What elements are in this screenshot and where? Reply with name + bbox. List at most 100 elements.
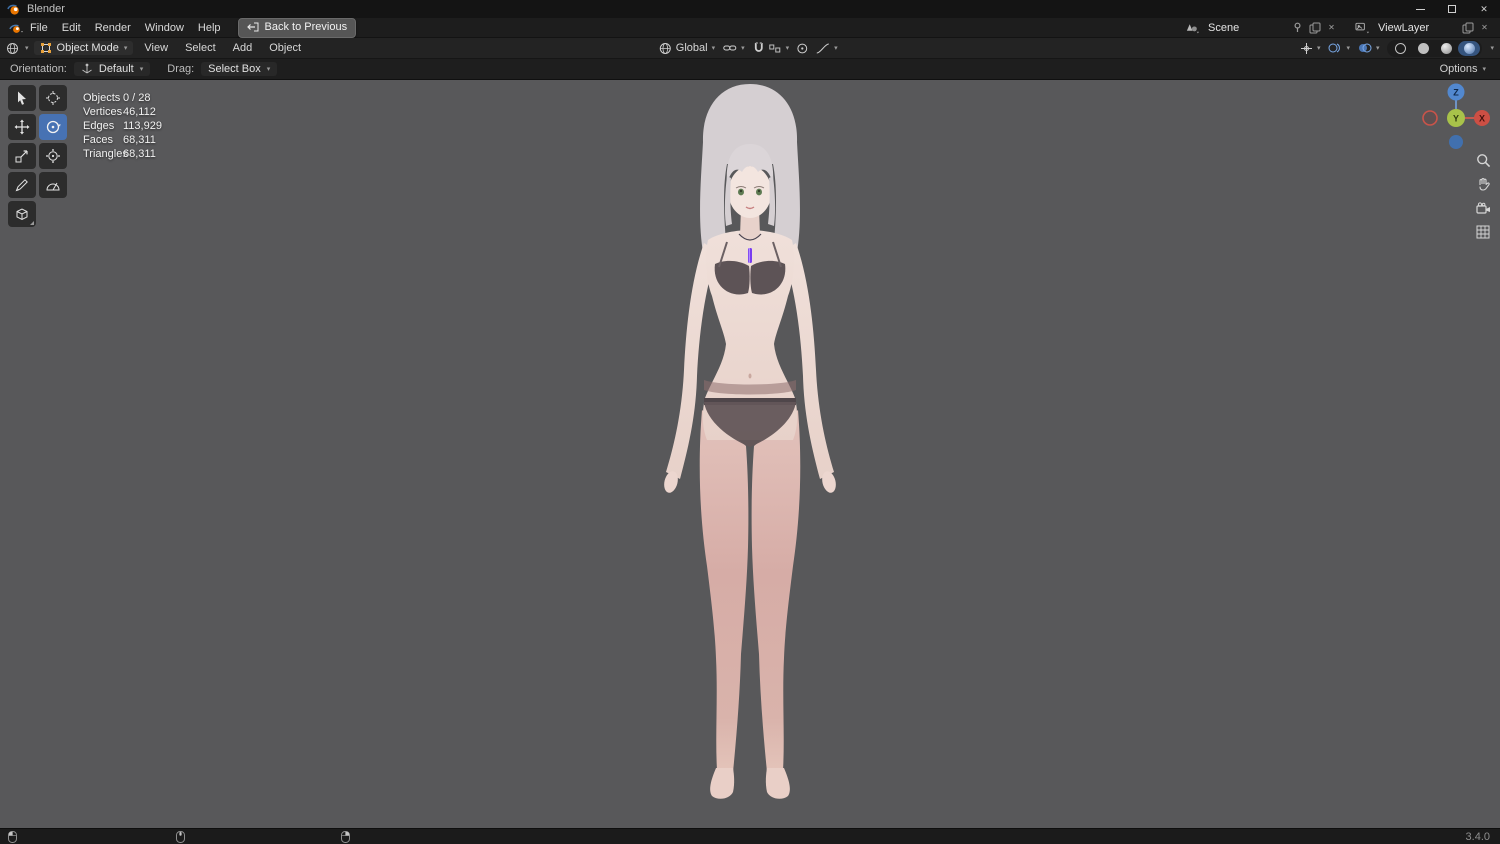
zoom-button[interactable] xyxy=(1474,151,1492,169)
chevron-down-icon: ▾ xyxy=(711,44,716,52)
tool-transform[interactable] xyxy=(39,143,67,169)
shading-material-button[interactable] xyxy=(1435,41,1457,56)
back-to-previous-label: Back to Previous xyxy=(264,21,348,33)
global-orientation-icon xyxy=(659,42,671,54)
new-viewlayer-icon[interactable] xyxy=(1460,20,1475,35)
wireframe-icon xyxy=(1394,42,1406,54)
scale-icon xyxy=(15,150,28,163)
tool-dropdown-corner xyxy=(30,221,34,225)
menu-help[interactable]: Help xyxy=(191,20,228,36)
annotate-pencil-icon xyxy=(15,179,28,192)
drag-value: Select Box xyxy=(208,63,261,75)
stat-value: 46,112 xyxy=(123,106,156,118)
magnet-icon xyxy=(754,42,763,52)
top-menu-bar: File Edit Render Window Help Back to Pre… xyxy=(0,17,1500,38)
tool-rotate[interactable] xyxy=(39,114,67,140)
new-scene-icon[interactable] xyxy=(1307,20,1322,35)
menu-select[interactable]: Select xyxy=(179,40,222,56)
close-button[interactable]: ✕ xyxy=(1468,0,1500,18)
gizmo-axis-x-negative[interactable] xyxy=(1422,110,1438,126)
add-cube-icon xyxy=(16,208,28,221)
remove-viewlayer-icon[interactable]: ✕ xyxy=(1477,20,1492,35)
viewlayer-selector: ViewLayer ✕ xyxy=(1355,20,1492,35)
viewport-3d[interactable]: Objects 0 / 28 Vertices 46,112 Edges 113,92… xyxy=(0,80,1500,828)
viewlayer-name-field[interactable]: ViewLayer xyxy=(1372,22,1458,34)
snap-toggle-button[interactable]: ▾ xyxy=(753,42,789,54)
options-label: Options xyxy=(1439,63,1478,75)
drag-select[interactable]: Select Box ▾ xyxy=(201,62,278,76)
mode-dropdown[interactable]: Object Mode ▾ xyxy=(33,41,134,55)
orientation-mode-label: Global xyxy=(675,42,708,54)
show-overlays-toggle[interactable]: ▾ xyxy=(1328,42,1350,54)
chevron-down-icon: ▾ xyxy=(1316,44,1321,52)
menu-view[interactable]: View xyxy=(138,40,174,56)
gizmo-axis-z-negative[interactable] xyxy=(1449,135,1463,149)
back-to-previous-button[interactable]: Back to Previous xyxy=(237,17,357,38)
tool-select-box[interactable] xyxy=(8,85,36,111)
menu-file[interactable]: File xyxy=(23,20,55,36)
toggle-view-button[interactable] xyxy=(1474,223,1492,241)
blender-logo-icon xyxy=(6,2,21,17)
statistics-overlay: Objects 0 / 28 Vertices 46,112 Edges 113,92… xyxy=(83,93,162,160)
menu-window[interactable]: Window xyxy=(138,20,191,36)
snap-link-icon xyxy=(723,45,737,51)
snap-target-dropdown[interactable]: ▾ xyxy=(723,43,745,53)
editor-type-button[interactable]: ▾ xyxy=(6,42,29,55)
orientation-dropdown[interactable]: Global ▾ xyxy=(659,42,715,55)
tool-measure[interactable] xyxy=(39,172,67,198)
chevron-down-icon: ▾ xyxy=(741,44,745,52)
scene-selector: Scene ✕ xyxy=(1185,20,1339,35)
options-button[interactable]: Options ▾ xyxy=(1436,62,1490,76)
menu-add[interactable]: Add xyxy=(227,40,259,56)
orientation-axis-icon xyxy=(82,63,92,74)
pan-button[interactable] xyxy=(1474,175,1492,193)
character-model[interactable] xyxy=(600,80,900,828)
tool-cursor[interactable] xyxy=(39,85,67,111)
stat-label: Triangles xyxy=(83,148,128,160)
xray-toggle[interactable]: ▾ xyxy=(1358,42,1379,54)
proportional-editing-icon xyxy=(797,43,808,53)
stat-value: 68,311 xyxy=(123,134,156,146)
shading-wireframe-button[interactable] xyxy=(1389,41,1411,56)
app-menu-icon[interactable] xyxy=(8,20,23,35)
viewlayer-browse-icon[interactable] xyxy=(1355,20,1370,35)
unlink-scene-icon[interactable]: ✕ xyxy=(1324,20,1339,35)
tool-scale[interactable] xyxy=(8,143,36,169)
camera-view-button[interactable] xyxy=(1474,199,1492,217)
shading-solid-button[interactable] xyxy=(1412,41,1434,56)
chevron-down-icon: ▾ xyxy=(123,44,128,52)
stat-label: Vertices xyxy=(83,106,123,118)
blender-window: Blender ✕ File Edit Render Window Help B… xyxy=(0,0,1500,844)
shading-rendered-button[interactable] xyxy=(1458,40,1481,56)
tool-add-cube[interactable] xyxy=(8,201,36,227)
grid-ortho-icon xyxy=(1476,225,1490,239)
maximize-button[interactable] xyxy=(1436,0,1468,18)
orientation-select[interactable]: Default ▾ xyxy=(73,62,151,76)
mouse-left-icon xyxy=(8,831,17,844)
scene-browse-icon[interactable] xyxy=(1185,20,1200,35)
tool-move[interactable] xyxy=(8,114,36,140)
cursor-3d-icon xyxy=(46,91,60,105)
falloff-dropdown[interactable]: ▾ xyxy=(816,43,838,54)
proportional-editing-button[interactable] xyxy=(797,43,808,54)
minimize-button[interactable] xyxy=(1404,0,1436,18)
gizmo-z-label: Z xyxy=(1453,88,1459,98)
move-icon xyxy=(14,119,30,135)
menu-render[interactable]: Render xyxy=(88,20,138,36)
pin-icon[interactable] xyxy=(1290,20,1305,35)
tool-shelf xyxy=(8,85,67,227)
stat-label: Faces xyxy=(83,134,113,146)
scene-name-field[interactable]: Scene xyxy=(1202,22,1288,34)
chevron-down-icon: ▾ xyxy=(25,44,29,52)
orientation-value: Default xyxy=(98,63,134,75)
tool-annotate[interactable] xyxy=(8,172,36,198)
show-gizmo-toggle[interactable]: ▾ xyxy=(1300,42,1321,55)
menu-edit[interactable]: Edit xyxy=(55,20,88,36)
xray-icon xyxy=(1358,43,1372,53)
mouse-right-icon xyxy=(341,831,350,844)
shading-options-chevron-icon[interactable]: ▾ xyxy=(1490,45,1494,52)
select-arrow-icon xyxy=(18,91,26,105)
object-mode-icon xyxy=(40,43,51,53)
menu-object[interactable]: Object xyxy=(263,40,307,56)
navigation-gizmo[interactable]: Z X Y xyxy=(1418,80,1494,156)
